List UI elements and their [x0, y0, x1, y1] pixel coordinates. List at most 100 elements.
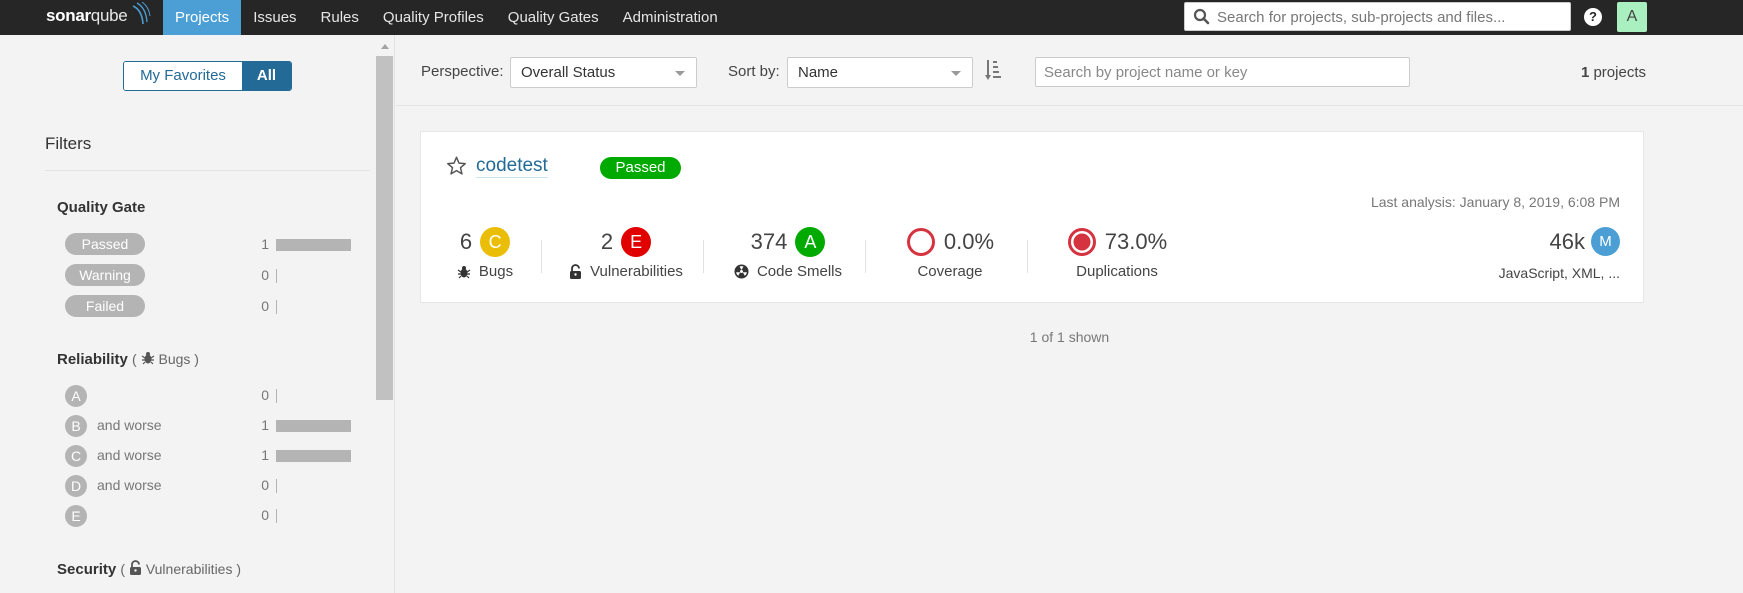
facet-row-rating-a[interactable]: A 0	[65, 384, 355, 408]
global-search[interactable]	[1184, 2, 1571, 31]
coverage-ring-icon	[906, 228, 935, 256]
facet-row-passed[interactable]: Passed 1	[65, 233, 355, 257]
facet-row-warning[interactable]: Warning 0	[65, 264, 355, 288]
nav-issues[interactable]: Issues	[241, 0, 308, 35]
facet-row-rating-b[interactable]: B and worse 1	[65, 414, 355, 438]
facet-subtitle: ( Vulnerabilities )	[120, 560, 241, 577]
quality-gate-status-badge: Passed	[600, 157, 681, 179]
nav-quality-profiles[interactable]: Quality Profiles	[371, 0, 496, 35]
top-navigation-bar: sonarqube Projects Issues Rules Quality …	[0, 0, 1743, 35]
scroll-up-arrow-icon[interactable]	[381, 44, 389, 49]
unlock-icon	[570, 264, 582, 279]
nav-administration[interactable]: Administration	[611, 0, 730, 35]
facet-count: 0	[261, 507, 269, 523]
security-facet-title[interactable]: Security ( Vulnerabilities )	[57, 560, 241, 578]
separator	[703, 240, 704, 273]
unlock-icon	[129, 560, 141, 575]
facet-subtitle: ( Bugs )	[132, 351, 199, 367]
facet-count: 0	[261, 298, 269, 314]
all-button[interactable]: All	[242, 62, 291, 90]
last-analysis-date: Last analysis: January 8, 2019, 6:08 PM	[1370, 194, 1620, 210]
facet-count: 1	[261, 447, 269, 463]
paren: (	[120, 561, 126, 577]
reliability-facet-title[interactable]: Reliability ( Bugs )	[57, 351, 199, 368]
code-smells-rating[interactable]: A	[795, 227, 826, 257]
code-smells-value: 374	[750, 229, 788, 254]
bug-icon	[457, 265, 471, 278]
bugs-label: Bugs	[478, 263, 514, 280]
filters-title: Filters	[45, 134, 92, 153]
rating-dot: A	[65, 385, 87, 407]
facet-row-rating-c[interactable]: C and worse 1	[65, 444, 355, 468]
perspective-value: Overall Status	[521, 64, 616, 81]
global-search-input[interactable]	[1217, 7, 1557, 27]
vulnerabilities-rating[interactable]: E	[621, 227, 652, 257]
sort-by-select[interactable]: Name	[787, 57, 973, 88]
rating-suffix: and worse	[97, 447, 162, 463]
duplications-measure[interactable]: 73.0% Duplications	[1037, 227, 1197, 287]
bugs-measure[interactable]: 6 C Bugs	[431, 227, 539, 287]
code-smells-measure[interactable]: 374 A Code Smells	[713, 227, 863, 287]
facet-row-failed[interactable]: Failed 0	[65, 295, 355, 319]
facet-count: 1	[261, 236, 269, 252]
facet-bar	[276, 420, 351, 432]
nav-rules[interactable]: Rules	[309, 0, 371, 35]
scrollbar-thumb[interactable]	[376, 56, 393, 400]
project-name-link[interactable]: codetest	[476, 155, 548, 178]
rating-suffix: and worse	[97, 477, 162, 493]
facet-bar	[276, 450, 351, 462]
project-count-suffix: projects	[1589, 64, 1646, 81]
bugs-rating[interactable]: C	[480, 227, 511, 257]
facet-count: 0	[261, 267, 269, 283]
my-favorites-button[interactable]: My Favorites	[124, 62, 242, 90]
star-icon[interactable]	[446, 156, 467, 176]
paren: (	[132, 351, 137, 367]
bugs-value: 6	[459, 229, 473, 254]
coverage-measure[interactable]: 0.0% Coverage	[875, 227, 1025, 287]
duplications-value: 73.0%	[1104, 229, 1168, 254]
logo-text-bold: sonar	[46, 6, 91, 25]
sonarqube-logo[interactable]: sonarqube	[46, 6, 128, 26]
facet-bar	[276, 239, 351, 251]
nav-projects[interactable]: Projects	[163, 0, 242, 35]
vulnerabilities-label: Vulnerabilities	[590, 263, 683, 280]
project-search-input[interactable]	[1036, 58, 1409, 86]
user-avatar[interactable]: A	[1617, 2, 1647, 32]
facet-subtitle-text: Bugs )	[158, 351, 199, 367]
facet-row-rating-d[interactable]: D and worse 0	[65, 474, 355, 498]
help-icon[interactable]: ?	[1584, 8, 1602, 26]
facet-title-text: Reliability	[57, 351, 128, 368]
facet-bar	[276, 300, 277, 314]
sort-by-label: Sort by:	[728, 63, 780, 80]
facet-count: 1	[261, 417, 269, 433]
project-search[interactable]	[1035, 57, 1410, 87]
separator	[865, 240, 866, 273]
languages-list: JavaScript, XML, ...	[1498, 265, 1620, 281]
logo-text-light: qube	[90, 6, 128, 25]
facet-row-rating-e[interactable]: E 0	[65, 504, 355, 528]
shown-count: 1 of 1 shown	[1029, 329, 1110, 345]
sidebar-scrollbar[interactable]	[376, 35, 393, 593]
facet-bar	[276, 269, 277, 283]
vulnerabilities-measure[interactable]: 2 E Vulnerabilities	[551, 227, 701, 287]
sort-direction-icon[interactable]	[984, 57, 1004, 83]
rating-suffix: and worse	[97, 417, 162, 433]
facet-bar	[276, 389, 277, 403]
divider	[45, 170, 370, 171]
size-rating: M	[1591, 227, 1620, 256]
size-value[interactable]: 46k	[1550, 229, 1585, 255]
main-nav: Projects Issues Rules Quality Profiles Q…	[163, 0, 730, 35]
nav-quality-gates[interactable]: Quality Gates	[496, 0, 611, 35]
coverage-label: Coverage	[917, 263, 983, 280]
duplications-label: Duplications	[1076, 263, 1158, 280]
projects-page-header: Perspective: Overall Status Sort by: Nam…	[396, 35, 1743, 106]
bug-icon	[141, 352, 154, 365]
code-smells-label: Code Smells	[756, 263, 843, 280]
project-card: codetest Passed Last analysis: January 8…	[420, 131, 1644, 303]
perspective-select[interactable]: Overall Status	[510, 57, 697, 88]
facet-bar	[276, 509, 277, 523]
perspective-label: Perspective:	[421, 63, 504, 80]
search-icon	[1193, 8, 1210, 25]
duplications-ring-icon	[1067, 228, 1096, 256]
quality-gate-facet-title[interactable]: Quality Gate	[57, 199, 145, 216]
